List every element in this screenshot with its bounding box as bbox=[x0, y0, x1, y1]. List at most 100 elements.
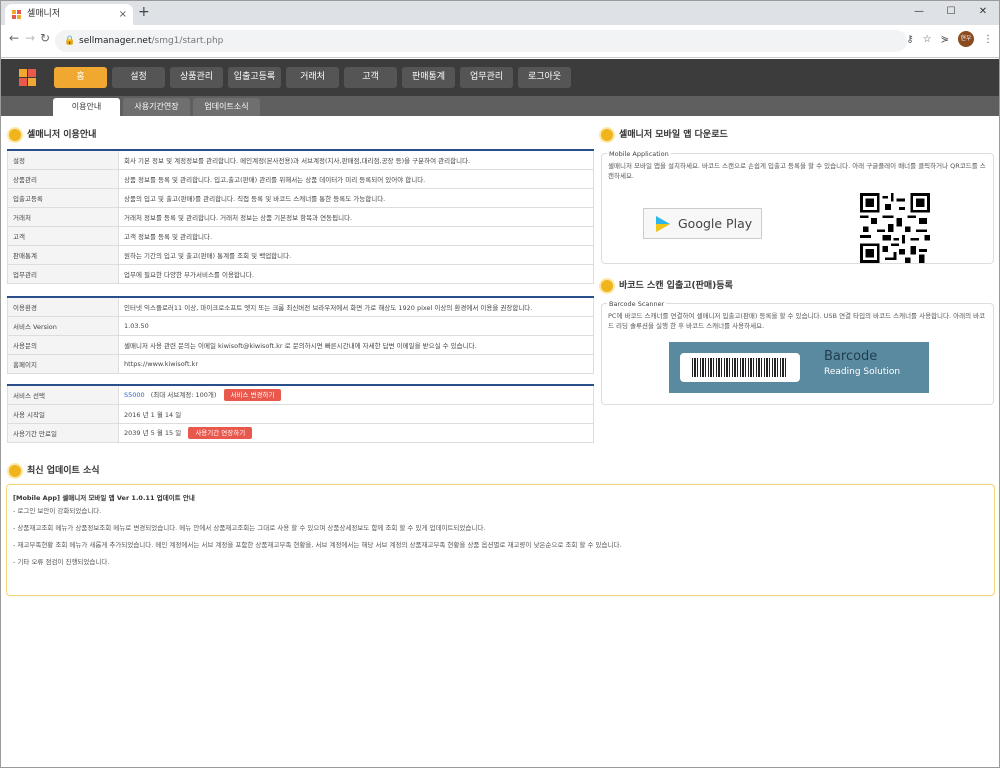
qr-code-icon[interactable] bbox=[860, 193, 930, 263]
row-value: 셀매니저 사용 관련 문의는 이메일 kiwisoft@kiwisoft.kr … bbox=[118, 334, 594, 355]
browser-window: 셀매니저 × + — ☐ ✕ ← → ↻ 🔒 sellmanager.net/s… bbox=[0, 0, 1000, 768]
menu-item[interactable]: 입출고등록 bbox=[228, 67, 281, 88]
update-item: - 로그인 보안이 강화되었습니다. bbox=[13, 507, 102, 515]
address-bar[interactable]: 🔒 sellmanager.net/smg1/start.php bbox=[55, 30, 907, 52]
service-plan[interactable]: S5000 bbox=[124, 391, 145, 399]
barcode-text: PC에 바코드 스캐너를 연결하여 셀매니저 입출고(판매) 등록을 할 수 있… bbox=[608, 312, 986, 330]
barcode-card bbox=[680, 353, 800, 382]
url-path: /smg1/start.php bbox=[151, 36, 224, 46]
row-value: 상품 정보를 등록 및 관리합니다. 입고,출고(판매) 관리를 위해서는 상품… bbox=[118, 168, 594, 189]
service-select-value: S5000 (최대 서브계정: 100개) 서비스 변경하기 bbox=[118, 384, 594, 405]
main-menu: 홈 설정 상품관리 입출고등록 거래처 고객 판매통계 업무관리 로그아웃 bbox=[54, 67, 571, 88]
star-icon[interactable]: ☆ bbox=[923, 34, 932, 45]
profile-avatar[interactable]: 현우 bbox=[958, 31, 974, 47]
table-row: 사용기간 만료일 2039 년 5 월 15 일 사용기간 연장하기 bbox=[7, 422, 594, 443]
barcode-box: Barcode Scanner PC에 바코드 스캐너를 연결하여 셀매니저 입… bbox=[601, 300, 994, 405]
extend-period-button[interactable]: 사용기간 연장하기 bbox=[188, 426, 253, 439]
close-window-button[interactable]: ✕ bbox=[967, 1, 999, 25]
guide-title-text: 셀매니저 이용안내 bbox=[27, 130, 97, 140]
subtab-extend[interactable]: 사용기간연장 bbox=[123, 98, 190, 116]
maximize-button[interactable]: ☐ bbox=[935, 1, 967, 25]
google-play-label: Google Play bbox=[678, 216, 753, 231]
browser-toolbar: ← → ↻ 🔒 sellmanager.net/smg1/start.php ⚷… bbox=[1, 25, 999, 58]
key-icon[interactable]: ⚷ bbox=[906, 34, 913, 45]
menu-item[interactable]: 거래처 bbox=[286, 67, 339, 88]
menu-item[interactable]: 설정 bbox=[112, 67, 165, 88]
row-label: 입출고등록 bbox=[7, 187, 119, 208]
tab-title: 셀매니저 bbox=[27, 9, 61, 19]
menu-item[interactable]: 로그아웃 bbox=[518, 67, 571, 88]
browser-tab[interactable]: 셀매니저 × bbox=[5, 4, 133, 25]
lock-icon: 🔒 bbox=[64, 36, 76, 46]
banner-title: Barcode bbox=[824, 349, 878, 364]
update-item: - 기타 오류 점검이 진행되었습니다. bbox=[13, 558, 110, 566]
change-service-button[interactable]: 서비스 변경하기 bbox=[223, 388, 282, 401]
menu-item[interactable]: 홈 bbox=[54, 67, 107, 88]
barcode-title-text: 바코드 스캔 입출고(판매)등록 bbox=[619, 281, 733, 291]
new-tab-button[interactable]: + bbox=[138, 4, 150, 20]
row-value: 업무에 필요한 다양한 부가서비스를 이용합니다. bbox=[118, 263, 594, 284]
start-date-label: 사용 시작일 bbox=[7, 403, 119, 424]
guide-table: 설정 회사 기본 정보 및 계정정보를 관리합니다. 메인계정(본사전용)과 서브… bbox=[7, 149, 594, 284]
banner-subtitle: Reading Solution bbox=[824, 367, 901, 377]
service-table: 서비스 선택 S5000 (최대 서브계정: 100개) 서비스 변경하기 사용… bbox=[7, 384, 594, 443]
row-label: 판매통계 bbox=[7, 244, 119, 265]
table-row: 홈페이지 https://www.kiwisoft.kr bbox=[7, 353, 594, 374]
row-label: 상품관리 bbox=[7, 168, 119, 189]
table-row: 사용 시작일 2016 년 1 월 14 일 bbox=[7, 403, 594, 424]
updates-title: 최신 업데이트 소식 bbox=[9, 464, 100, 478]
row-value: 원하는 기간의 입고 및 출고(판매) 통계를 조회 및 백업합니다. bbox=[118, 244, 594, 265]
barcode-legend: Barcode Scanner bbox=[607, 300, 667, 308]
start-date-value: 2016 년 1 월 14 일 bbox=[118, 403, 594, 424]
row-label: 홈페이지 bbox=[7, 353, 119, 374]
barcode-title: 바코드 스캔 입출고(판매)등록 bbox=[601, 279, 733, 293]
app-logo-icon[interactable] bbox=[19, 69, 36, 86]
update-item: - 상품재고조회 메뉴가 상품정보조회 메뉴로 변경되었습니다. 메뉴 안에서 … bbox=[13, 524, 486, 532]
row-value: 고객 정보를 등록 및 관리합니다. bbox=[118, 225, 594, 246]
back-arrow-icon[interactable]: ← bbox=[9, 31, 19, 45]
extension-icon[interactable]: ⋟ bbox=[941, 34, 949, 45]
table-row: 입출고등록 상품의 입고 및 출고(판매)를 관리합니다. 직접 등록 및 바코드… bbox=[7, 187, 594, 208]
menu-item[interactable]: 업무관리 bbox=[460, 67, 513, 88]
table-row: 업무관리 업무에 필요한 다양한 부가서비스를 이용합니다. bbox=[7, 263, 594, 284]
table-row: 서비스 선택 S5000 (최대 서브계정: 100개) 서비스 변경하기 bbox=[7, 384, 594, 405]
favicon-icon bbox=[12, 10, 21, 19]
sun-icon bbox=[9, 465, 21, 477]
updates-box: [Mobile App] 셀매니저 모바일 앱 Ver 1.0.11 업데이트 … bbox=[6, 484, 995, 596]
updates-title-text: 최신 업데이트 소식 bbox=[27, 466, 100, 476]
toolbar-icons: ⚷ ☆ ⋟ 현우 ⋮ bbox=[906, 31, 993, 47]
subtab-guide[interactable]: 이용안내 bbox=[53, 98, 120, 116]
row-label: 고객 bbox=[7, 225, 119, 246]
row-label: 업무관리 bbox=[7, 263, 119, 284]
sun-icon bbox=[601, 280, 613, 292]
minimize-button[interactable]: — bbox=[903, 1, 935, 25]
mobile-legend: Mobile Application bbox=[607, 150, 671, 158]
row-value: 인터넷 익스플로러11 이상, 마이크로소프트 엣지 또는 크롬 최신버전 브라… bbox=[118, 296, 594, 317]
row-label: 거래처 bbox=[7, 206, 119, 227]
subtab-updates[interactable]: 업데이트소식 bbox=[193, 98, 260, 116]
mobile-box: Mobile Application 셀매니저 모바일 앱을 설치하세요. 바코… bbox=[601, 150, 994, 264]
mobile-text: 셀매니저 모바일 앱을 설치하세요. 바코드 스캔으로 손쉽게 입출고 등록을 … bbox=[608, 162, 986, 180]
google-play-button[interactable]: Google Play bbox=[643, 208, 762, 239]
table-row: 거래처 거래처 정보를 등록 및 관리합니다. 거래처 정보는 상품 기본정보 항… bbox=[7, 206, 594, 227]
barcode-icon bbox=[692, 358, 788, 377]
service-select-label: 서비스 선택 bbox=[7, 384, 119, 405]
reload-icon[interactable]: ↻ bbox=[40, 31, 50, 45]
mobile-title-text: 셀매니저 모바일 앱 다운로드 bbox=[619, 130, 728, 140]
forward-arrow-icon[interactable]: → bbox=[25, 31, 35, 45]
row-label: 설정 bbox=[7, 149, 119, 170]
close-tab-icon[interactable]: × bbox=[119, 4, 127, 25]
mobile-title: 셀매니저 모바일 앱 다운로드 bbox=[601, 128, 728, 142]
barcode-solution-banner[interactable]: Barcode Reading Solution bbox=[669, 342, 929, 393]
table-row: 사용문의 셀매니저 사용 관련 문의는 이메일 kiwisoft@kiwisoft… bbox=[7, 334, 594, 355]
row-label: 사용문의 bbox=[7, 334, 119, 355]
end-date-label: 사용기간 만료일 bbox=[7, 422, 119, 443]
menu-item[interactable]: 상품관리 bbox=[170, 67, 223, 88]
row-value: 거래처 정보를 등록 및 관리합니다. 거래처 정보는 상품 기본정보 항목과 … bbox=[118, 206, 594, 227]
play-store-icon-part bbox=[656, 224, 670, 232]
row-value: 1.03.50 bbox=[118, 315, 594, 336]
menu-item[interactable]: 판매통계 bbox=[402, 67, 455, 88]
more-menu-icon[interactable]: ⋮ bbox=[983, 34, 993, 45]
menu-item[interactable]: 고객 bbox=[344, 67, 397, 88]
guide-title: 셀매니저 이용안내 bbox=[9, 128, 96, 142]
